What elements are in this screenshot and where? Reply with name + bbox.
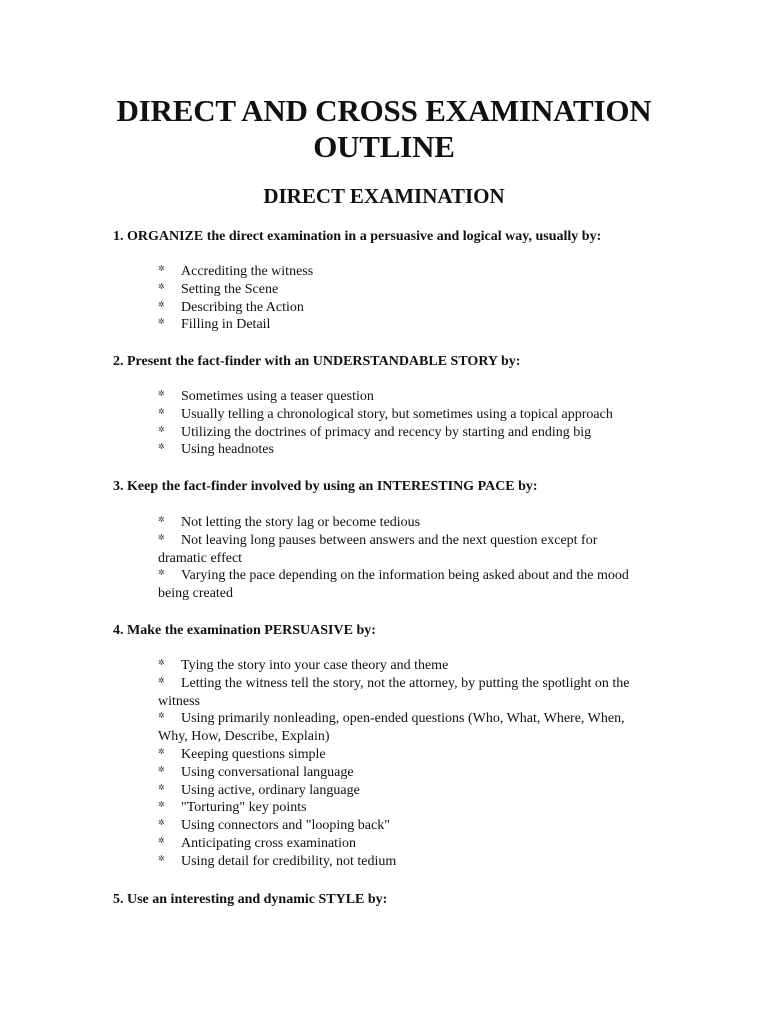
list-item: ✲ Not letting the story lag or become ted… [158,515,421,530]
star-bullet-icon: ✲ [158,835,165,845]
section-2-list: ✲ Sometimes using a teaser question ✲ Usua… [158,388,678,459]
list-item: ✲ Using active, ordinary language [158,782,360,798]
list-item: ✲ Utilizing the doctrines of primacy and … [158,424,592,440]
section-heading-style: 5. Use an interesting and dynamic STYLE … [113,892,388,907]
section-title-direct-examination: DIRECT EXAMINATION [263,184,505,208]
list-item: ✲ Using conversational language [158,764,354,780]
list-item: ✲ Using connectors and "looping back" [158,818,390,834]
star-bullet-icon: ✲ [158,264,165,273]
star-bullet-icon: ✲ [158,532,165,542]
list-item: ✲ Letting the witness tell the story, not… [158,675,630,709]
star-bullet-icon: ✲ [158,764,165,774]
star-bullet-icon: ✲ [158,711,165,721]
star-bullet-icon: ✲ [158,800,165,810]
star-bullet-icon: ✲ [158,818,165,828]
star-bullet-icon: ✲ [158,317,165,327]
star-bullet-icon: ✲ [158,568,165,578]
star-bullet-icon: ✲ [158,281,165,291]
list-item: ✲ Usually telling a chronological story, … [158,406,613,422]
list-item: ✲ Accrediting the witness [158,264,314,279]
list-item: ✲ Sometimes using a teaser question [158,389,374,404]
star-bullet-icon: ✲ [158,424,165,434]
star-bullet-icon: ✲ [158,658,165,667]
star-bullet-icon: ✲ [158,782,165,792]
list-item: ✲ Using headnotes [158,442,274,458]
document-page: DIRECT AND CROSS EXAMINATION OUTLINE DIR… [0,0,768,1024]
star-bullet-icon: ✲ [158,675,165,685]
document-title: DIRECT AND CROSS EXAMINATION OUTLINE [0,93,768,165]
list-item: ✲ Using detail for credibility, not tediu… [158,853,397,869]
list-item: ✲ Tying the story into your case theory a… [158,658,449,673]
list-item: ✲ Anticipating cross examination [158,835,356,851]
section-3-list: ✲ Not letting the story lag or become ted… [158,514,636,603]
section-4-list: ✲ Tying the story into your case theory a… [158,657,648,871]
list-item: ✲ "Torturing" key points [158,800,307,816]
list-item: ✲ Setting the Scene [158,281,279,297]
section-heading-understandable-story: 2. Present the fact-finder with an UNDER… [113,354,521,369]
star-bullet-icon: ✲ [158,515,165,524]
section-heading-interesting-pace: 3. Keep the fact-finder involved by usin… [113,479,538,494]
star-bullet-icon: ✲ [158,299,165,309]
star-bullet-icon: ✲ [158,389,165,398]
list-item: ✲ Filling in Detail [158,317,271,333]
list-item: ✲ Describing the Action [158,299,304,315]
list-item: ✲ Using primarily nonleading, open-ended … [158,711,625,745]
document-title-line-1: DIRECT AND CROSS EXAMINATION [116,93,652,128]
list-item: ✲ Varying the pace depending on the infor… [158,568,629,602]
star-bullet-icon: ✲ [158,406,165,416]
section-1-list: ✲ Accrediting the witness ✲ Setting the Sc… [158,263,658,334]
list-item: ✲ Keeping questions simple [158,746,326,762]
star-bullet-icon: ✲ [158,746,165,756]
star-bullet-icon: ✲ [158,853,165,863]
list-item: ✲ Not leaving long pauses between answers… [158,532,598,566]
document-title-line-2: OUTLINE [313,129,455,164]
section-heading-organize: 1. ORGANIZE the direct examination in a … [113,229,602,244]
section-heading-persuasive: 4. Make the examination PERSUASIVE by: [113,623,376,638]
star-bullet-icon: ✲ [158,442,165,452]
